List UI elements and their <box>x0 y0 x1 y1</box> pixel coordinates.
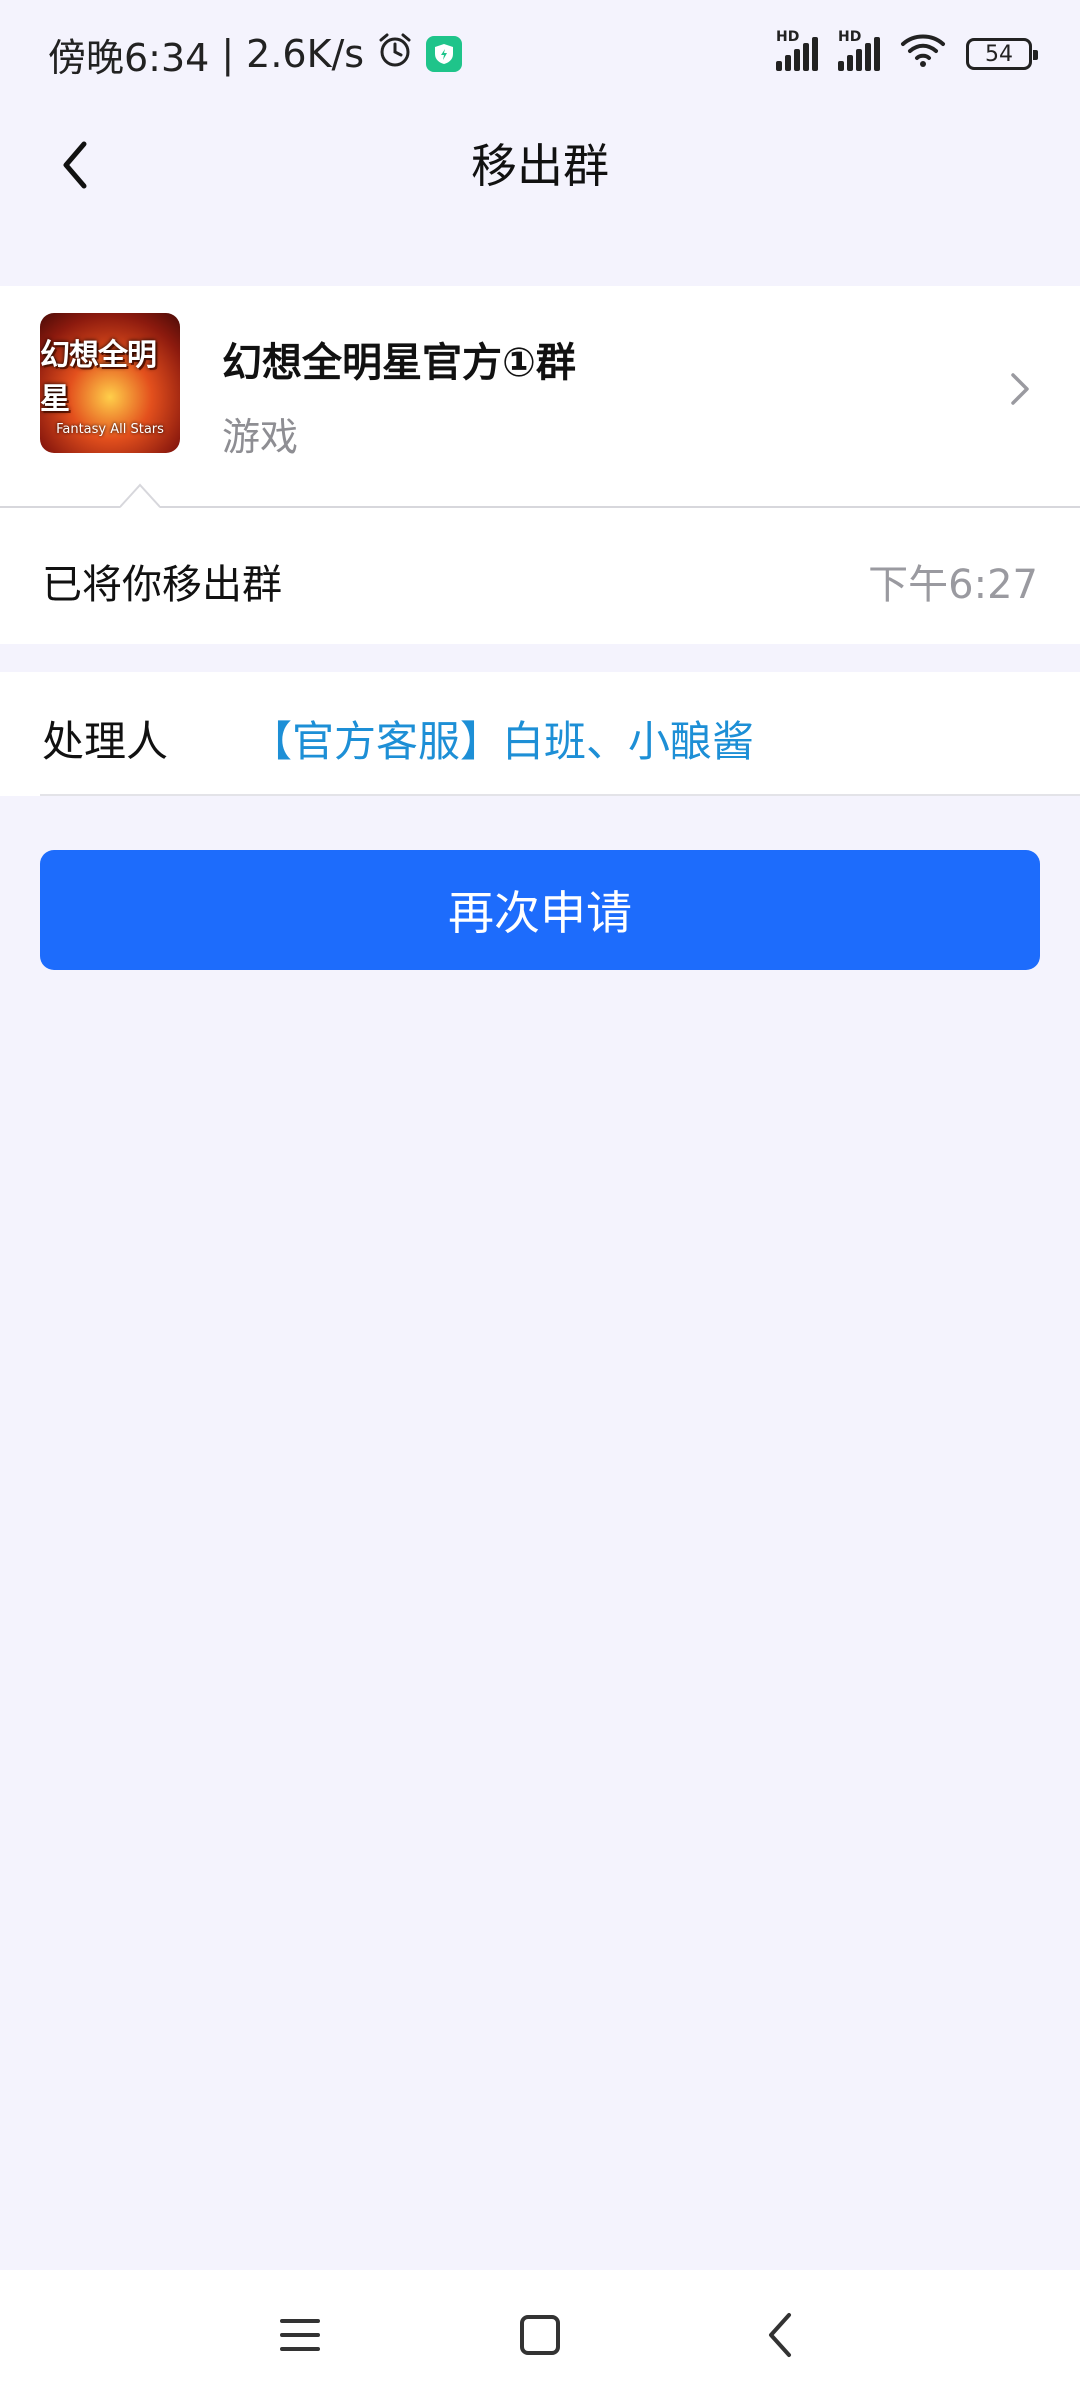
removal-message: 已将你移出群 <box>42 562 282 608</box>
group-category: 游戏 <box>222 415 299 459</box>
system-nav-bar <box>0 2270 1080 2400</box>
home-button[interactable] <box>510 2305 570 2365</box>
menu-button[interactable] <box>270 2305 330 2365</box>
removal-notice: 已将你移出群 下午6:27 <box>0 506 1080 644</box>
system-back-button[interactable] <box>750 2305 810 2365</box>
shield-app-icon <box>426 36 463 72</box>
hd-signal-icon: HD <box>838 29 880 71</box>
group-avatar: 幻想全明星 Fantasy All Stars <box>40 313 180 453</box>
battery-icon: 54 <box>966 38 1038 70</box>
menu-icon <box>280 2319 320 2351</box>
battery-level: 54 <box>985 41 1013 67</box>
status-bar: 傍晚6:34 | 2.6K/s HD HD 54 <box>0 0 1080 108</box>
status-left: 傍晚6:34 | 2.6K/s <box>48 27 463 82</box>
group-name: 幻想全明星官方①群 <box>222 340 576 386</box>
reapply-button[interactable]: 再次申请 <box>40 850 1040 970</box>
group-card[interactable]: 幻想全明星 Fantasy All Stars 幻想全明星官方①群 游戏 <box>0 286 1080 506</box>
back-button[interactable] <box>40 130 110 200</box>
back-chevron-icon <box>63 141 87 189</box>
divider <box>40 794 1080 796</box>
status-time: 傍晚6:34 <box>48 35 210 80</box>
nav-bar: 移出群 <box>0 108 1080 218</box>
handler-label: 处理人 <box>42 717 169 766</box>
hd-signal-icon: HD <box>776 29 818 71</box>
alarm-icon <box>376 31 414 78</box>
avatar-logo-subtext: Fantasy All Stars <box>56 421 164 437</box>
handler-row: 处理人 【官方客服】白班、小酿酱 <box>0 672 1080 796</box>
status-separator: | <box>221 32 235 76</box>
back-icon <box>769 2313 791 2357</box>
page-title: 移出群 <box>471 139 609 193</box>
chevron-right-icon <box>1000 364 1040 414</box>
wifi-icon <box>900 32 946 77</box>
home-icon <box>520 2315 560 2355</box>
pointer-notch <box>120 483 160 508</box>
removal-time: 下午6:27 <box>868 562 1038 608</box>
avatar-logo-text: 幻想全明星 <box>40 337 157 417</box>
handler-link[interactable]: 【官方客服】白班、小酿酱 <box>250 708 754 769</box>
network-speed: 2.6K/s <box>246 32 365 76</box>
status-right: HD HD 54 <box>776 29 1038 77</box>
